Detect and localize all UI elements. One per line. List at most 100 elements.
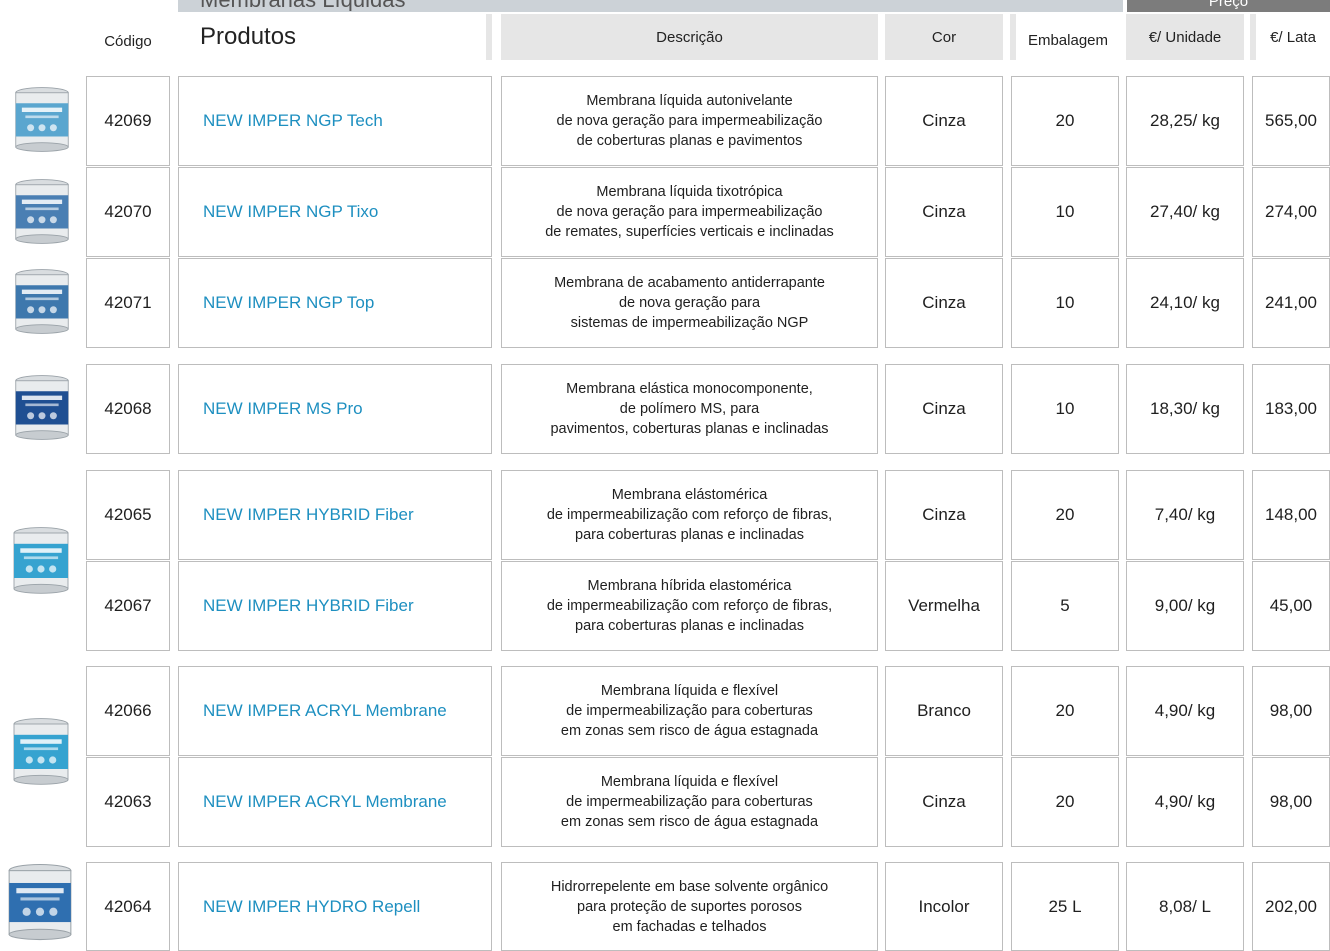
cell-codigo: 42064 bbox=[86, 862, 170, 951]
description-line: para coberturas planas e inclinadas bbox=[575, 527, 804, 543]
paint-can-icon bbox=[8, 176, 76, 246]
cell-embalagem: 5 bbox=[1011, 561, 1119, 651]
description-line: Membrana líquida autonivelante bbox=[586, 93, 793, 109]
cell-unidade: 9,00/ kg bbox=[1126, 561, 1244, 651]
cell-lata: 45,00 bbox=[1252, 561, 1330, 651]
product-link[interactable]: NEW IMPER ACRYL Membrane bbox=[178, 757, 492, 847]
cell-desc: Membrana de acabamento antiderrapante de … bbox=[501, 258, 878, 348]
cell-cor: Vermelha bbox=[885, 561, 1003, 651]
product-link[interactable]: NEW IMPER HYDRO Repell bbox=[178, 862, 492, 951]
header-cor: Cor bbox=[885, 14, 1003, 60]
paint-can-icon bbox=[8, 715, 74, 787]
cell-embalagem: 20 bbox=[1011, 757, 1119, 847]
header-unidade: €/ Unidade bbox=[1126, 14, 1244, 60]
header-embalagem: Embalagem bbox=[1010, 14, 1120, 60]
section-title-band: Membranas Líquidas bbox=[178, 0, 883, 12]
cell-unidade: 24,10/ kg bbox=[1126, 258, 1244, 348]
product-link[interactable]: NEW IMPER MS Pro bbox=[178, 364, 492, 454]
description-line: sistemas de impermeabilização NGP bbox=[570, 315, 809, 331]
cell-embalagem: 10 bbox=[1011, 167, 1119, 257]
description-line: Membrana de acabamento antiderrapante bbox=[554, 275, 825, 291]
cell-lata: 148,00 bbox=[1252, 470, 1330, 560]
description-line: em zonas sem risco de água estagnada bbox=[560, 814, 819, 830]
description-line: de nova geração para impermeabilização bbox=[556, 113, 823, 129]
cell-codigo: 42065 bbox=[86, 470, 170, 560]
product-link[interactable]: NEW IMPER ACRYL Membrane bbox=[178, 666, 492, 756]
product-link[interactable]: NEW IMPER NGP Tixo bbox=[178, 167, 492, 257]
cell-unidade: 4,90/ kg bbox=[1126, 666, 1244, 756]
description-line: Membrana líquida e flexível bbox=[600, 774, 779, 790]
cell-codigo: 42067 bbox=[86, 561, 170, 651]
cell-codigo: 42070 bbox=[86, 167, 170, 257]
cell-desc: Membrana líquida autonivelante de nova ge… bbox=[501, 76, 878, 166]
cell-lata: 241,00 bbox=[1252, 258, 1330, 348]
description-line: de nova geração para impermeabilização bbox=[556, 204, 823, 220]
product-link[interactable]: NEW IMPER HYBRID Fiber bbox=[178, 470, 492, 560]
cell-embalagem: 10 bbox=[1011, 258, 1119, 348]
product-link[interactable]: NEW IMPER NGP Tech bbox=[178, 76, 492, 166]
product-link[interactable]: NEW IMPER NGP Top bbox=[178, 258, 492, 348]
cell-embalagem: 10 bbox=[1011, 364, 1119, 454]
header-lata: €/ Lata bbox=[1250, 14, 1330, 60]
paint-can-icon bbox=[6, 372, 78, 442]
cell-cor: Cinza bbox=[885, 76, 1003, 166]
description-line: Membrana elástomérica bbox=[611, 487, 768, 503]
cell-embalagem: 20 bbox=[1011, 470, 1119, 560]
cell-desc: Hidrorrepelente em base solvente orgânic… bbox=[501, 862, 878, 951]
cell-unidade: 27,40/ kg bbox=[1126, 167, 1244, 257]
cell-unidade: 28,25/ kg bbox=[1126, 76, 1244, 166]
paint-can-icon bbox=[8, 266, 76, 336]
cell-desc: Membrana líquida tixotrópica de nova gera… bbox=[501, 167, 878, 257]
cell-cor: Incolor bbox=[885, 862, 1003, 951]
description-line: Membrana elástica monocomponente, bbox=[566, 381, 813, 397]
cell-codigo: 42069 bbox=[86, 76, 170, 166]
cell-codigo: 42063 bbox=[86, 757, 170, 847]
description-line: de impermeabilização com reforço de fibr… bbox=[546, 507, 833, 523]
cell-desc: Membrana líquida e flexível de impermeabi… bbox=[501, 666, 878, 756]
cell-lata: 274,00 bbox=[1252, 167, 1330, 257]
cell-embalagem: 20 bbox=[1011, 76, 1119, 166]
cell-unidade: 4,90/ kg bbox=[1126, 757, 1244, 847]
cell-desc: Membrana híbrida elastomérica de impermea… bbox=[501, 561, 878, 651]
cell-cor: Cinza bbox=[885, 470, 1003, 560]
description-line: de remates, superfícies verticais e incl… bbox=[545, 224, 834, 240]
description-line: em fachadas e telhados bbox=[612, 918, 767, 935]
description-line: Membrana híbrida elastomérica bbox=[587, 578, 792, 594]
description-line: para proteção de suportes porosos bbox=[577, 898, 802, 915]
cell-unidade: 7,40/ kg bbox=[1126, 470, 1244, 560]
cell-lata: 565,00 bbox=[1252, 76, 1330, 166]
description-line: para coberturas planas e inclinadas bbox=[575, 618, 804, 634]
description-line: de impermeabilização para coberturas bbox=[566, 703, 813, 719]
section-title: Membranas Líquidas bbox=[200, 0, 405, 11]
cell-cor: Branco bbox=[885, 666, 1003, 756]
description-line: em zonas sem risco de água estagnada bbox=[560, 723, 819, 739]
description-line: de impermeabilização com reforço de fibr… bbox=[546, 598, 833, 614]
cell-lata: 202,00 bbox=[1252, 862, 1330, 951]
cell-desc: Membrana líquida e flexível de impermeabi… bbox=[501, 757, 878, 847]
cell-embalagem: 20 bbox=[1011, 666, 1119, 756]
cell-codigo: 42071 bbox=[86, 258, 170, 348]
description-line: Membrana líquida tixotrópica bbox=[596, 184, 783, 200]
header-descricao: Descrição bbox=[501, 14, 878, 60]
description-line: Hidrorrepelente em base solvente orgânic… bbox=[550, 878, 829, 895]
description-line: Membrana líquida e flexível bbox=[600, 683, 779, 699]
cell-lata: 98,00 bbox=[1252, 757, 1330, 847]
cell-cor: Cinza bbox=[885, 364, 1003, 454]
cell-cor: Cinza bbox=[885, 167, 1003, 257]
price-group-header: Preço bbox=[1127, 0, 1330, 12]
header-produtos: Produtos bbox=[178, 14, 492, 60]
section-title-band-right bbox=[883, 0, 1123, 12]
cell-unidade: 18,30/ kg bbox=[1126, 364, 1244, 454]
cell-lata: 98,00 bbox=[1252, 666, 1330, 756]
cell-codigo: 42066 bbox=[86, 666, 170, 756]
description-line: de impermeabilização para coberturas bbox=[566, 794, 813, 810]
cell-desc: Membrana elástica monocomponente, de polí… bbox=[501, 364, 878, 454]
description-line: pavimentos, coberturas planas e inclinad… bbox=[550, 421, 829, 437]
product-link[interactable]: NEW IMPER HYBRID Fiber bbox=[178, 561, 492, 651]
cell-desc: Membrana elástomérica de impermeabilizaçã… bbox=[501, 470, 878, 560]
description-line: de coberturas planas e pavimentos bbox=[576, 133, 803, 149]
paint-can-icon bbox=[8, 84, 76, 154]
cell-cor: Cinza bbox=[885, 258, 1003, 348]
cell-cor: Cinza bbox=[885, 757, 1003, 847]
header-codigo: Código bbox=[86, 14, 170, 60]
